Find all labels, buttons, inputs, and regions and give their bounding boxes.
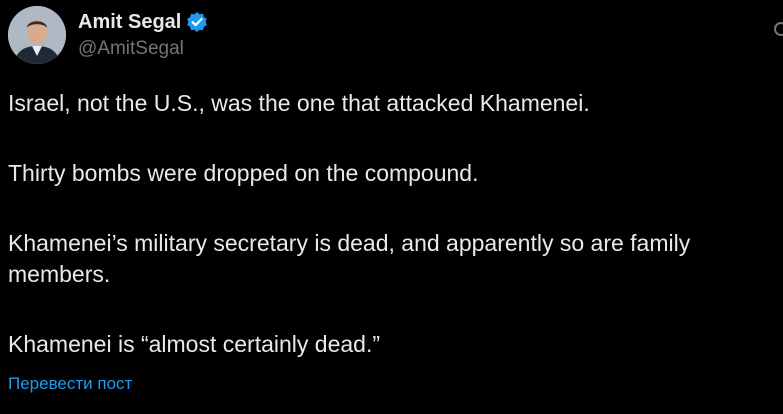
- tweet-text: Israel, not the U.S., was the one that a…: [8, 88, 780, 360]
- author-name[interactable]: Amit Segal: [78, 11, 181, 34]
- tweet-paragraph: Khamenei’s military secretary is dead, a…: [8, 230, 691, 287]
- verified-badge-icon: [186, 11, 208, 33]
- grok-icon[interactable]: [769, 20, 783, 38]
- author-handle[interactable]: @AmitSegal: [78, 38, 184, 60]
- tweet-card: Amit Segal @AmitSegal Israel, not the U.…: [0, 0, 783, 414]
- tweet-paragraph: Thirty bombs were dropped on the compoun…: [8, 160, 479, 186]
- translate-post-link[interactable]: Перевести пост: [8, 374, 132, 394]
- tweet-paragraph: Israel, not the U.S., was the one that a…: [8, 90, 590, 116]
- author-name-row: Amit Segal: [78, 8, 208, 36]
- tweet-paragraph: Khamenei is “almost certainly dead.”: [8, 331, 380, 357]
- avatar[interactable]: [8, 6, 66, 64]
